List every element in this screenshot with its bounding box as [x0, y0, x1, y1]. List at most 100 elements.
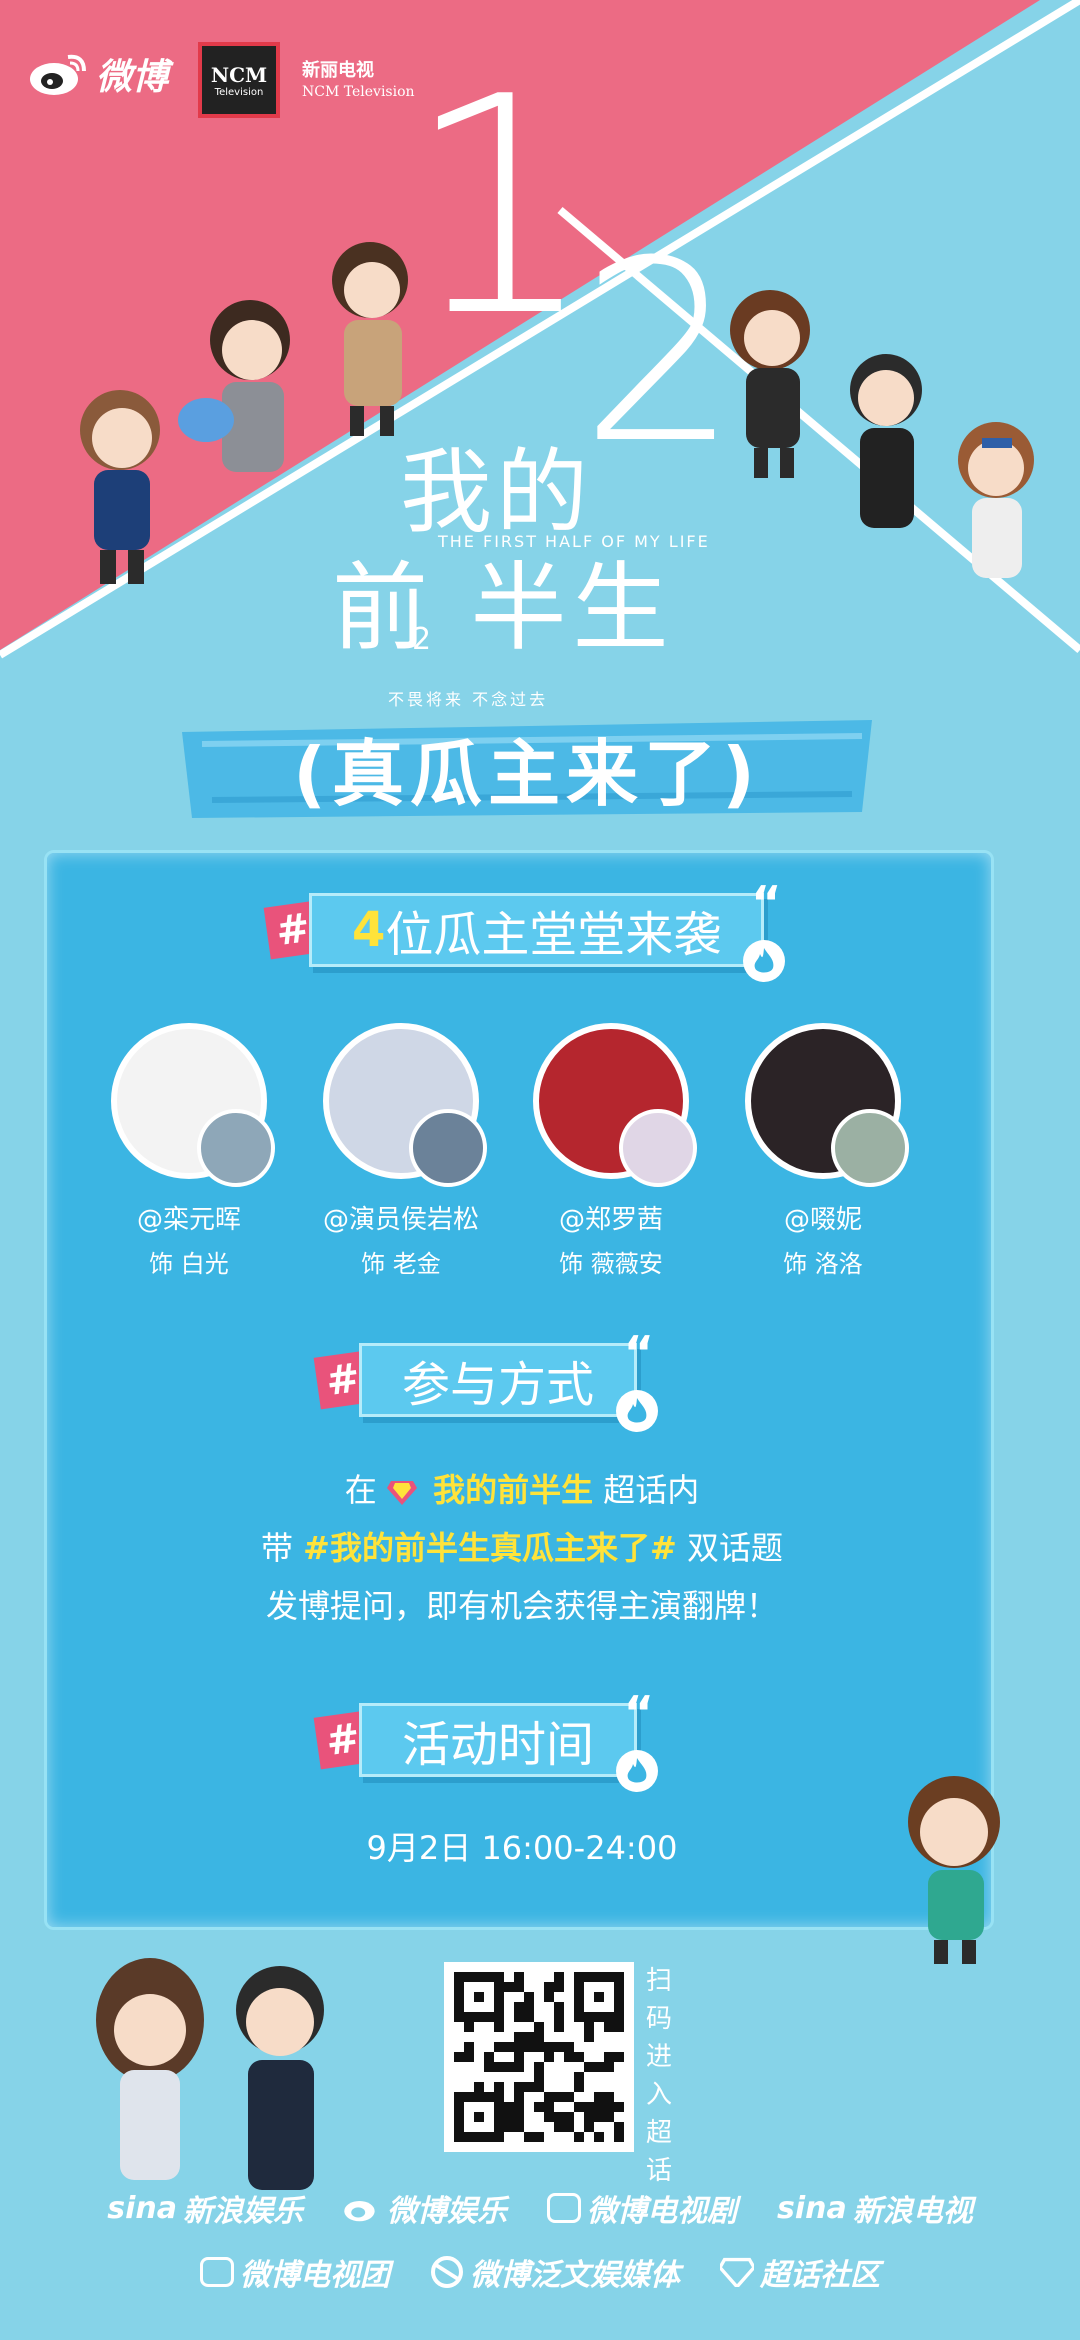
- qr-module: [594, 2052, 604, 2062]
- ncm-cn-label: 新丽电视: [302, 60, 374, 81]
- section-time-tag: # 活动时间 “: [313, 1686, 659, 1792]
- qr-module: [514, 1972, 524, 1982]
- qr-module: [484, 2082, 494, 2092]
- qr-module: [524, 2072, 534, 2082]
- qr-module: [544, 2102, 554, 2112]
- qr-module: [474, 2062, 484, 2072]
- qr-module: [614, 2032, 624, 2042]
- qr-module: [474, 1982, 484, 1992]
- qr-module: [494, 2062, 504, 2072]
- guest-card[interactable]: @郑罗茜 饰 薇薇安: [511, 1023, 711, 1279]
- qr-module: [544, 1972, 554, 1982]
- qr-module: [454, 2002, 464, 2012]
- qr-module: [594, 1972, 604, 1982]
- qr-module: [544, 2052, 554, 2062]
- qr-module: [504, 2132, 514, 2142]
- main-banner-text: (真瓜主来了): [293, 731, 761, 816]
- sponsor-weibo-tv-group[interactable]: 微博电视团: [200, 2250, 390, 2294]
- hashtag-link[interactable]: #我的前半生真瓜主来了#: [303, 1529, 677, 1567]
- qr-module: [604, 2072, 614, 2082]
- qr-module: [454, 2052, 464, 2062]
- guest-card[interactable]: @栾元晖 饰 白光: [89, 1023, 289, 1279]
- qr-module: [594, 1992, 604, 2002]
- qr-module: [604, 2132, 614, 2142]
- qr-module: [614, 2012, 624, 2022]
- qr-module: [454, 2032, 464, 2042]
- qr-module: [454, 2112, 464, 2122]
- sponsor-sina-tv[interactable]: sina 新浪电视: [777, 2186, 973, 2230]
- qr-module: [524, 2122, 534, 2132]
- guest-card[interactable]: @啜妮 饰 洛洛: [723, 1023, 923, 1279]
- qr-module: [504, 2002, 514, 2012]
- qr-module: [544, 2042, 554, 2052]
- qr-module: [484, 2132, 494, 2142]
- qr-module: [524, 1972, 534, 1982]
- quote-mark-icon: “: [623, 1326, 655, 1380]
- weibo-logo-icon: [344, 2201, 375, 2222]
- qr-module: [564, 2122, 574, 2132]
- qr-module: [604, 1972, 614, 1982]
- ncm-logo-icon: NCM Television: [198, 42, 280, 118]
- qr-module: [584, 2132, 594, 2142]
- qr-module: [514, 1992, 524, 2002]
- qr-module: [614, 2092, 624, 2102]
- qr-module: [514, 2092, 524, 2102]
- qr-module: [574, 2092, 584, 2102]
- qr-module: [464, 2082, 474, 2092]
- qr-module: [514, 1982, 524, 1992]
- gem-icon: [720, 2257, 754, 2287]
- qr-module: [464, 2122, 474, 2132]
- qr-module: [604, 2062, 614, 2072]
- qr-module: [514, 2112, 524, 2122]
- qr-module: [524, 2062, 534, 2072]
- cartoon-figures-top-right: [730, 290, 1034, 578]
- ncm-logo-caption: 新丽电视 NCM Television: [302, 56, 415, 100]
- guest-role-avatar: [831, 1109, 909, 1187]
- qr-module: [604, 2002, 614, 2012]
- sponsor-sina-ent[interactable]: sina 新浪娱乐: [107, 2186, 303, 2230]
- qr-module: [524, 1992, 534, 2002]
- qr-module: [594, 1982, 604, 1992]
- qr-module: [484, 2072, 494, 2082]
- ncm-en-label: NCM Television: [302, 84, 415, 100]
- qr-module: [604, 2122, 614, 2132]
- qr-module: [534, 2042, 544, 2052]
- qr-module: [484, 2002, 494, 2012]
- qr-module: [464, 1992, 474, 2002]
- guest-count: 4: [352, 902, 386, 958]
- sponsor-weibo-tv-drama[interactable]: 微博电视剧: [547, 2186, 737, 2230]
- qr-module: [564, 1992, 574, 2002]
- qr-module: [544, 2002, 554, 2012]
- sponsor-weibo-ent[interactable]: 微博娱乐: [343, 2186, 507, 2230]
- qr-module: [514, 2002, 524, 2012]
- guest-avatar: [323, 1023, 487, 1187]
- qr-module: [534, 2052, 544, 2062]
- qr-module: [514, 2062, 524, 2072]
- qr-module: [524, 2012, 534, 2022]
- qr-module: [524, 2082, 534, 2092]
- event-time: 9月2日 16:00-24:00: [366, 1829, 678, 1867]
- qr-module: [484, 2022, 494, 2032]
- qr-module: [564, 2032, 574, 2042]
- qr-module: [484, 2042, 494, 2052]
- qr-module: [584, 2122, 594, 2132]
- qr-module: [544, 2032, 554, 2042]
- guest-card[interactable]: @演员侯岩松 饰 老金: [301, 1023, 501, 1279]
- qr-module: [484, 2052, 494, 2062]
- sponsor-weibo-media[interactable]: 微博泛文娱媒体: [430, 2250, 680, 2294]
- super-topic-link[interactable]: 我的前半生: [433, 1471, 593, 1509]
- qr-module: [474, 2102, 484, 2112]
- qr-module: [494, 2002, 504, 2012]
- guest-avatar: [533, 1023, 697, 1187]
- qr-code-icon[interactable]: [444, 1962, 634, 2152]
- qr-module: [604, 2032, 614, 2042]
- qr-module: [534, 2032, 544, 2042]
- qr-module: [604, 2042, 614, 2052]
- qr-module: [534, 2022, 544, 2032]
- qr-module: [604, 2092, 614, 2102]
- qr-module: [494, 2132, 504, 2142]
- qr-module: [464, 2052, 474, 2062]
- sponsor-super-topic[interactable]: 超话社区: [720, 2250, 880, 2294]
- quote-mark-icon: “: [623, 1686, 655, 1740]
- qr-module: [554, 1982, 564, 1992]
